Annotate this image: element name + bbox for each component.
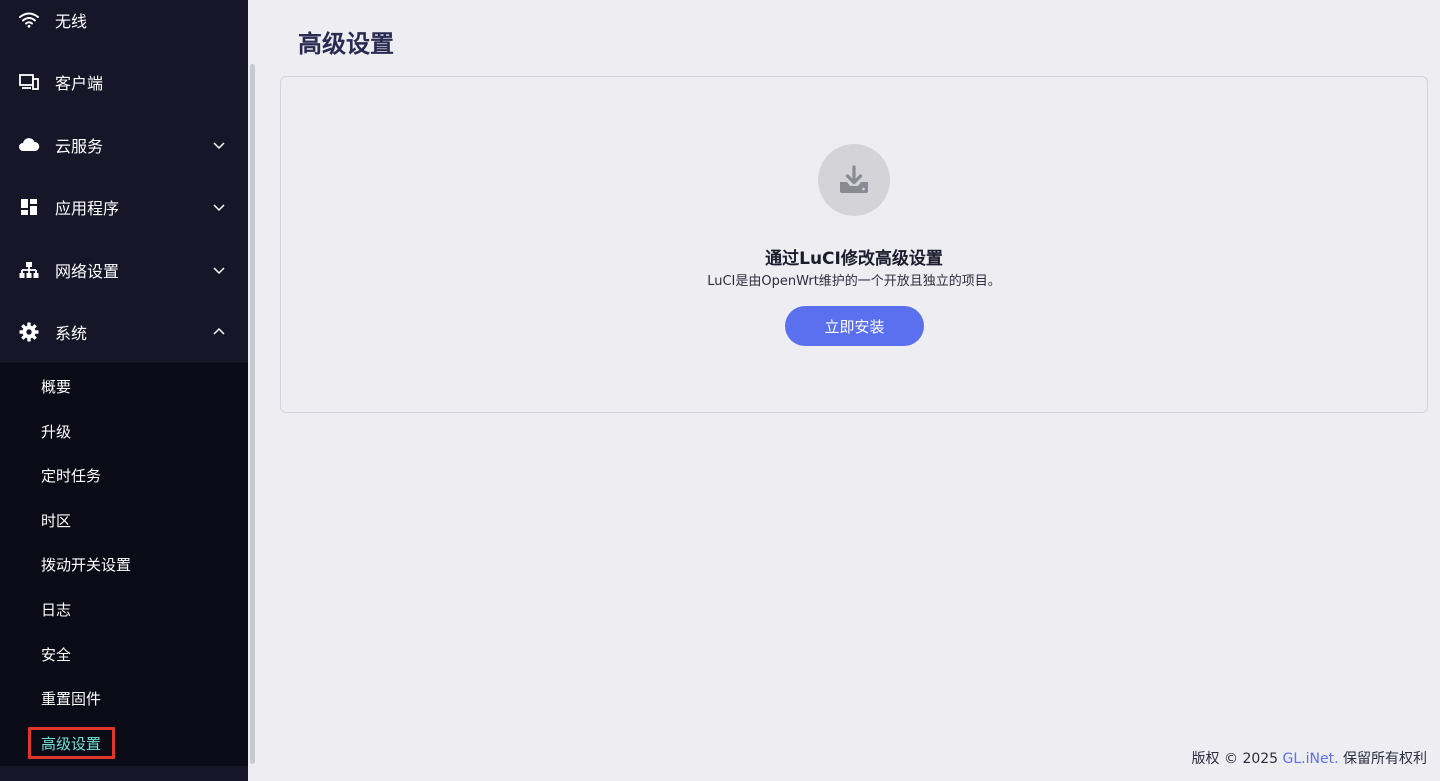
submenu-item-toggle-switch[interactable]: 拨动开关设置 [41,550,131,578]
submenu-item-reset-firmware[interactable]: 重置固件 [41,684,101,712]
sidebar-item-label: 网络设置 [55,262,120,281]
cloud-icon [18,134,40,156]
sidebar-item-label: 客户端 [55,74,104,93]
sidebar-item-applications[interactable]: 应用程序 [0,187,248,227]
footer-copyright: 版权 © 2025 [1191,751,1279,767]
app-root: 无线 客户端 云服务 应用程序 网络设置 系统 概要 升级 定时任务 时区 拨动… [0,0,1440,781]
card-description: LuCI是由OpenWrt维护的一个开放且独立的项目。 [707,274,1001,289]
network-icon [18,259,40,281]
download-icon [818,144,890,216]
sidebar-item-clients[interactable]: 客户端 [0,62,248,102]
chevron-down-icon [212,262,226,276]
sidebar-item-label: 应用程序 [55,199,120,218]
chevron-down-icon [212,199,226,213]
submenu-item-security[interactable]: 安全 [41,640,71,668]
submenu-item-timezone[interactable]: 时区 [41,506,71,534]
sidebar-item-label: 无线 [55,12,88,31]
sidebar-item-cloud[interactable]: 云服务 [0,125,248,165]
apps-grid-icon [18,196,40,218]
card-title: 通过LuCI修改高级设置 [765,249,943,269]
sidebar-item-network[interactable]: 网络设置 [0,250,248,290]
active-item-highlight [28,727,115,759]
footer-link-glinet[interactable]: GL.iNet. [1283,751,1339,767]
sidebar-item-label: 系统 [55,324,88,343]
luci-card: 通过LuCI修改高级设置 LuCI是由OpenWrt维护的一个开放且独立的项目。… [280,76,1428,413]
install-now-button[interactable]: 立即安装 [785,306,924,346]
wifi-icon [18,9,40,31]
submenu-item-overview[interactable]: 概要 [41,372,71,400]
submenu-item-upgrade[interactable]: 升级 [41,417,71,445]
submenu-item-scheduled-tasks[interactable]: 定时任务 [41,461,101,489]
footer-rights: 保留所有权利 [1343,751,1427,767]
sidebar-item-system[interactable]: 系统 [0,312,248,352]
submenu-item-logs[interactable]: 日志 [41,595,71,623]
chevron-down-icon [212,137,226,151]
footer: 版权 © 2025 GL.iNet. 保留所有权利 [1192,748,1427,768]
chevron-up-icon [212,324,226,338]
sidebar-scrollbar[interactable] [250,64,255,764]
gear-icon [18,321,40,343]
devices-icon [18,71,40,93]
sidebar-item-wireless[interactable]: 无线 [0,0,248,40]
page-title: 高级设置 [298,30,394,58]
sidebar: 无线 客户端 云服务 应用程序 网络设置 系统 概要 升级 定时任务 时区 拨动… [0,0,248,781]
sidebar-item-label: 云服务 [55,137,104,156]
